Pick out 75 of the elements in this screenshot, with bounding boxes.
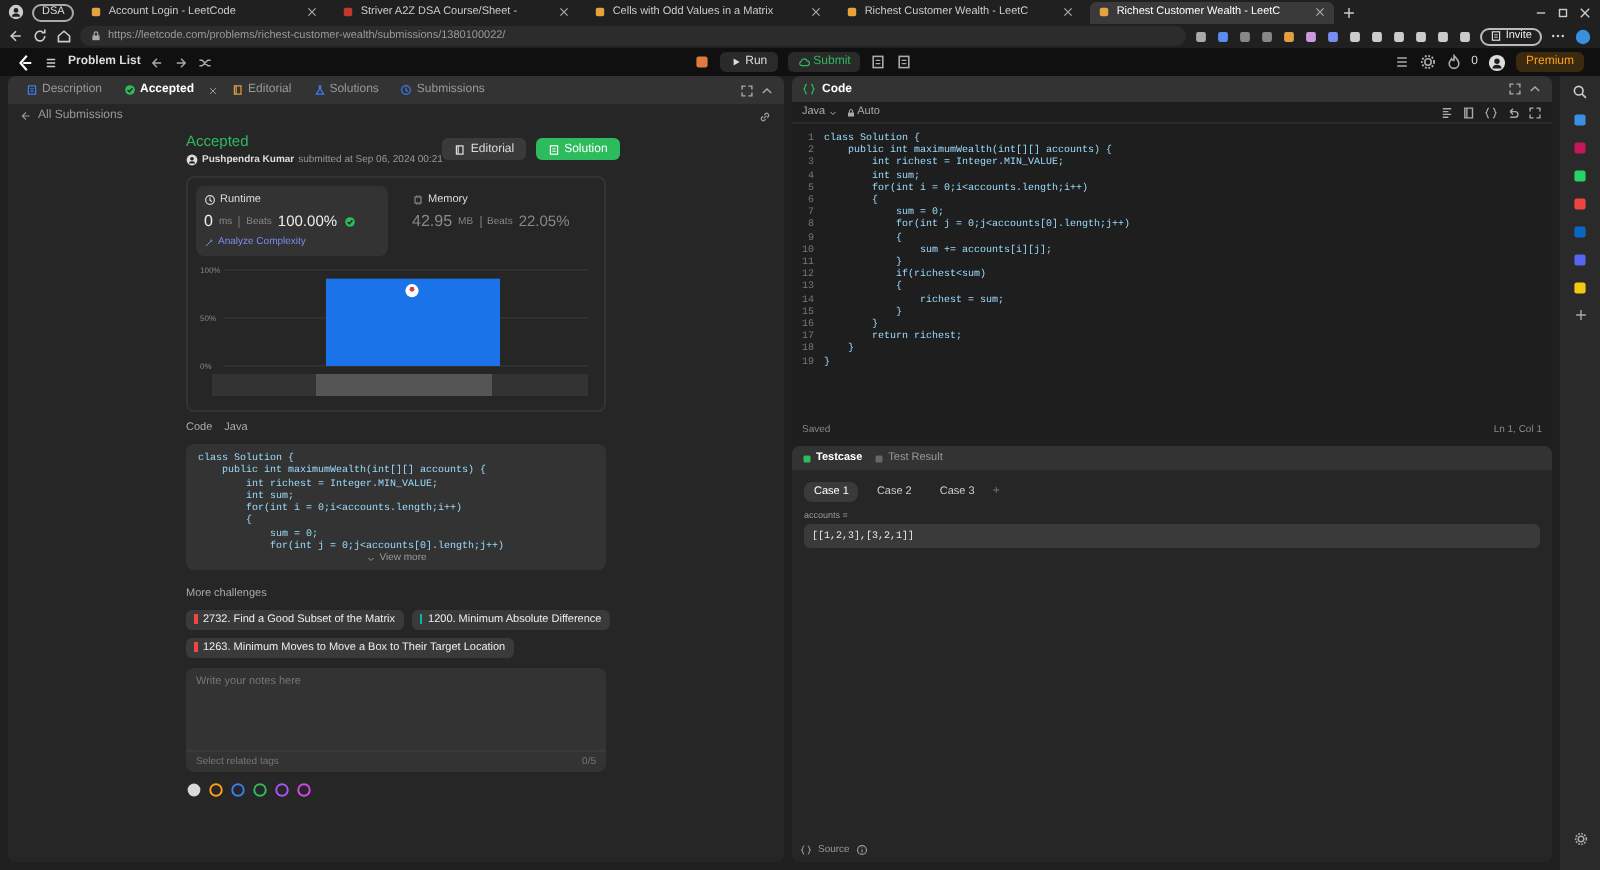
close-icon[interactable] [810, 6, 823, 18]
fire-icon[interactable] [1445, 54, 1462, 70]
close-icon[interactable] [1062, 6, 1075, 18]
maximize-icon[interactable] [1556, 5, 1570, 19]
layout-icon[interactable] [1393, 54, 1410, 70]
new-tab-icon[interactable] [1342, 5, 1357, 19]
site-icon [342, 6, 355, 18]
site-icon [846, 6, 859, 18]
close-icon[interactable] [208, 85, 219, 95]
back-icon[interactable] [8, 28, 24, 44]
code-icon [800, 844, 812, 856]
expand-icon[interactable] [740, 83, 754, 97]
profile-icon[interactable] [8, 4, 24, 20]
avatar-icon [405, 284, 419, 298]
color-swatch[interactable] [208, 781, 224, 798]
cloud-icon [797, 56, 810, 68]
tab-icon [232, 84, 245, 96]
range-slider[interactable] [212, 374, 588, 396]
color-swatch[interactable] [230, 781, 246, 798]
chevron-icon [827, 107, 838, 117]
color-swatch[interactable] [296, 781, 312, 798]
search-icon[interactable] [1572, 84, 1588, 100]
expand-icon[interactable] [1508, 82, 1522, 96]
color-swatch[interactable] [186, 781, 202, 798]
home-icon[interactable] [56, 28, 72, 44]
memory-value: 42.95 [412, 212, 453, 230]
info-icon[interactable] [855, 844, 868, 856]
previous-icon[interactable] [150, 55, 165, 69]
add-icon[interactable] [1573, 308, 1587, 322]
note-icon[interactable] [870, 54, 887, 70]
bookmark-icon[interactable] [1462, 105, 1476, 119]
check-icon [343, 215, 356, 227]
lock-icon [90, 30, 102, 42]
avatar-icon [186, 154, 198, 166]
chip-icon [412, 194, 424, 206]
braces-icon[interactable] [1484, 105, 1498, 119]
wand-icon [204, 237, 214, 247]
book-icon [454, 143, 467, 155]
code-icon [802, 82, 816, 96]
site-icon [594, 6, 607, 18]
tab-icon [313, 84, 326, 96]
color-swatch[interactable] [274, 781, 290, 798]
format-icon[interactable] [1440, 105, 1454, 119]
runtime-value: 0 [204, 212, 213, 230]
collapse-icon[interactable] [760, 83, 774, 97]
close-icon[interactable] [1314, 6, 1327, 18]
list-icon[interactable] [44, 55, 58, 69]
avatar-icon[interactable] [1487, 53, 1506, 71]
play-icon [729, 56, 742, 68]
note-icon[interactable] [896, 54, 913, 70]
refresh-icon[interactable] [32, 28, 48, 44]
color-swatch[interactable] [252, 781, 268, 798]
checkbox-icon [802, 453, 812, 463]
tab-icon [400, 84, 413, 96]
settings-icon[interactable] [1419, 54, 1436, 70]
settings-icon[interactable] [1573, 832, 1587, 846]
clock-icon [204, 194, 216, 206]
back-icon[interactable] [20, 110, 32, 122]
tab-icon [124, 84, 137, 96]
logo-icon[interactable] [16, 53, 34, 71]
link-icon[interactable] [758, 109, 772, 123]
close-icon[interactable] [306, 6, 319, 18]
close-icon[interactable] [558, 6, 571, 18]
note-icon [1489, 30, 1502, 42]
close-icon[interactable] [1578, 5, 1592, 19]
next-icon[interactable] [174, 55, 189, 69]
undo-icon[interactable] [1506, 105, 1520, 119]
site-icon [1098, 6, 1111, 18]
lock-icon [845, 107, 856, 117]
tab-icon [26, 84, 38, 96]
expand-icon[interactable] [1528, 105, 1542, 119]
shuffle-icon[interactable] [198, 55, 213, 69]
site-icon [90, 6, 103, 18]
collapse-icon[interactable] [1528, 82, 1542, 96]
chevron-icon [365, 554, 376, 565]
